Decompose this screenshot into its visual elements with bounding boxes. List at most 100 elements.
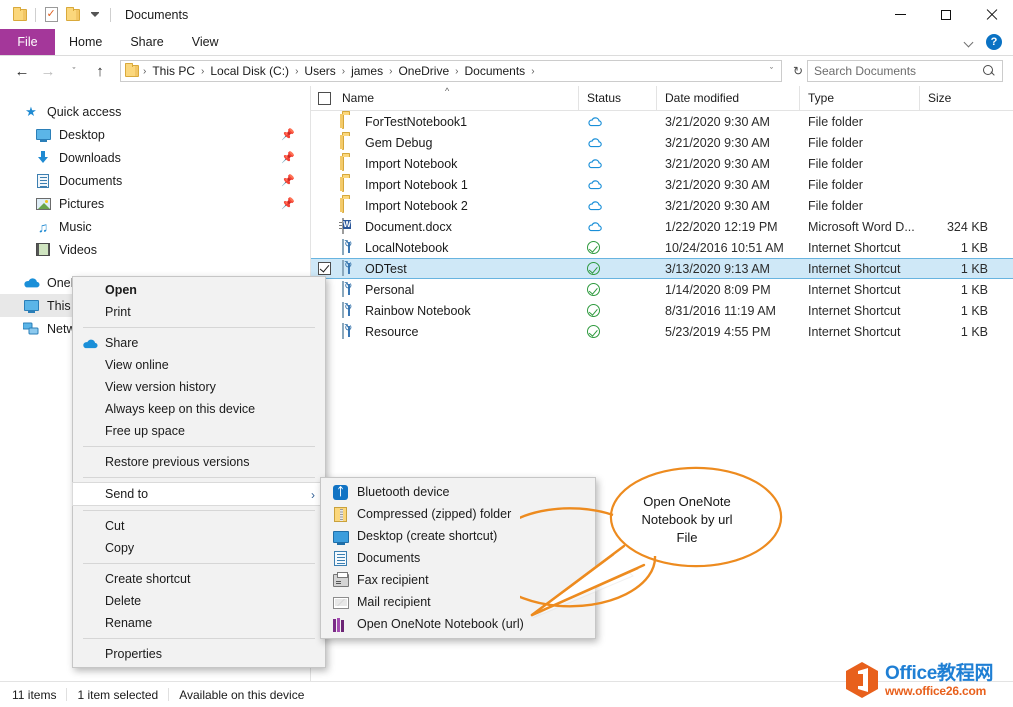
network-icon: [22, 320, 40, 337]
row-checkbox[interactable]: [311, 237, 338, 258]
sidebar-item-pictures[interactable]: Pictures 📌: [0, 192, 310, 215]
menu-item-rename[interactable]: Rename: [73, 612, 325, 634]
table-row[interactable]: Resource 5/23/2019 4:55 PM Internet Shortc…: [311, 321, 1013, 342]
sidebar-item-documents[interactable]: Documents 📌: [0, 169, 310, 192]
menu-item-restore-previous-versions[interactable]: Restore previous versions: [73, 451, 325, 473]
submenu-item-open-onenote-notebook-url[interactable]: Open OneNote Notebook (url): [321, 613, 595, 635]
table-row[interactable]: Rainbow Notebook 8/31/2016 11:19 AM Intern…: [311, 300, 1013, 321]
sidebar-item-music[interactable]: ♫ Music: [0, 215, 310, 238]
column-header-date-modified[interactable]: Date modified: [657, 85, 800, 111]
pin-icon: 📌: [281, 152, 295, 164]
table-row[interactable]: ForTestNotebook1 3/21/2020 9:30 AM File fo…: [311, 111, 1013, 132]
close-button[interactable]: [968, 0, 1013, 29]
sidebar-item-label: Downloads: [59, 150, 121, 165]
column-header-type[interactable]: Type: [800, 85, 920, 111]
menu-item-view-version-history[interactable]: View version history: [73, 376, 325, 398]
sidebar-item-desktop[interactable]: Desktop 📌: [0, 123, 310, 146]
mail-icon: [332, 594, 349, 611]
tab-file[interactable]: File: [0, 29, 55, 55]
cell-date-modified: 1/14/2020 8:09 PM: [665, 282, 771, 297]
breadcrumb-item-users[interactable]: Users: [300, 62, 339, 81]
menu-item-open[interactable]: Open: [73, 279, 325, 301]
cell-type: File folder: [808, 114, 863, 129]
tab-home[interactable]: Home: [55, 29, 116, 55]
menu-item-properties[interactable]: Properties: [73, 643, 325, 665]
help-icon[interactable]: ?: [986, 34, 1002, 50]
row-checkbox[interactable]: [311, 216, 338, 237]
tab-view[interactable]: View: [178, 29, 233, 55]
select-all-checkbox[interactable]: [311, 86, 338, 111]
row-checkbox[interactable]: [311, 174, 338, 195]
row-checkbox[interactable]: [311, 153, 338, 174]
breadcrumb[interactable]: › This PC › Local Disk (C:) › Users › ja…: [120, 60, 782, 82]
cell-date-modified: 3/21/2020 9:30 AM: [665, 156, 770, 171]
row-checkbox[interactable]: [311, 111, 338, 132]
breadcrumb-item-documents[interactable]: Documents: [460, 62, 529, 81]
menu-item-print[interactable]: Print: [73, 301, 325, 323]
breadcrumb-item-local-disk[interactable]: Local Disk (C:): [206, 62, 293, 81]
table-row[interactable]: Import Notebook 3/21/2020 9:30 AM File fol…: [311, 153, 1013, 174]
table-row[interactable]: ODTest 3/13/2020 9:13 AM Internet Shortcut…: [311, 258, 1013, 279]
cell-type: File folder: [808, 198, 863, 213]
breadcrumb-separator: ›: [531, 65, 535, 77]
chevron-down-icon[interactable]: [965, 38, 974, 47]
submenu-item-desktop-shortcut[interactable]: Desktop (create shortcut): [321, 525, 595, 547]
menu-item-cut[interactable]: Cut: [73, 515, 325, 537]
row-checkbox[interactable]: [311, 195, 338, 216]
table-row[interactable]: Document.docx 1/22/2020 12:19 PM Microsoft…: [311, 216, 1013, 237]
breadcrumb-item-onedrive[interactable]: OneDrive: [394, 62, 453, 81]
submenu-item-bluetooth-device[interactable]: ᛏ Bluetooth device: [321, 481, 595, 503]
sidebar-item-downloads[interactable]: Downloads 📌: [0, 146, 310, 169]
table-row[interactable]: Gem Debug 3/21/2020 9:30 AM File folder: [311, 132, 1013, 153]
sidebar-item-quick-access[interactable]: ★ Quick access: [0, 100, 310, 123]
menu-item-always-keep-on-this-device[interactable]: Always keep on this device: [73, 398, 325, 420]
folder-icon: [342, 154, 358, 172]
cell-type: Internet Shortcut: [808, 324, 901, 339]
address-dropdown-icon[interactable]: ˇ: [764, 66, 779, 76]
maximize-button[interactable]: [923, 0, 968, 29]
minimize-button[interactable]: [878, 0, 923, 29]
menu-item-view-online[interactable]: View online: [73, 354, 325, 376]
cell-type: Internet Shortcut: [808, 303, 901, 318]
table-row[interactable]: Import Notebook 2 3/21/2020 9:30 AM File f…: [311, 195, 1013, 216]
menu-item-free-up-space[interactable]: Free up space: [73, 420, 325, 442]
column-header-size[interactable]: Size: [920, 86, 1000, 111]
cell-size: [920, 111, 1000, 132]
table-row[interactable]: Personal 1/14/2020 8:09 PM Internet Shortc…: [311, 279, 1013, 300]
cell-status: [579, 258, 657, 279]
submenu-item-mail-recipient[interactable]: Mail recipient: [321, 591, 595, 613]
onedrive-cloud-icon: [82, 335, 98, 351]
menu-item-copy[interactable]: Copy: [73, 537, 325, 559]
menu-item-share[interactable]: Share: [73, 332, 325, 354]
menu-item-delete[interactable]: Delete: [73, 590, 325, 612]
cell-name: Document.docx: [338, 216, 579, 237]
customize-qat-caret-icon[interactable]: [84, 5, 106, 25]
forward-button[interactable]: →: [35, 58, 61, 84]
row-checkbox[interactable]: [311, 132, 338, 153]
recent-locations-button[interactable]: ˇ: [61, 58, 87, 84]
menu-item-create-shortcut[interactable]: Create shortcut: [73, 568, 325, 590]
refresh-icon[interactable]: ↻: [789, 64, 807, 78]
folder-icon[interactable]: [9, 5, 31, 25]
search-box[interactable]: [807, 60, 1003, 82]
submenu-item-documents[interactable]: Documents: [321, 547, 595, 569]
column-header-name[interactable]: Name: [338, 85, 579, 111]
column-header-status[interactable]: Status: [579, 85, 657, 111]
breadcrumb-item-this-pc[interactable]: This PC: [148, 62, 199, 81]
table-row[interactable]: LocalNotebook 10/24/2016 10:51 AM Internet…: [311, 237, 1013, 258]
menu-item-send-to[interactable]: Send to ›: [72, 482, 326, 506]
sidebar-item-videos[interactable]: Videos: [0, 238, 310, 261]
cell-name: LocalNotebook: [338, 237, 579, 258]
table-row[interactable]: Import Notebook 1 3/21/2020 9:30 AM File f…: [311, 174, 1013, 195]
submenu-item-fax-recipient[interactable]: Fax recipient: [321, 569, 595, 591]
up-button[interactable]: ↑: [87, 58, 113, 84]
cell-status: [579, 279, 657, 300]
properties-icon[interactable]: [40, 5, 62, 25]
tab-share[interactable]: Share: [116, 29, 177, 55]
back-button[interactable]: ←: [9, 58, 35, 84]
submenu-item-compressed-folder[interactable]: Compressed (zipped) folder: [321, 503, 595, 525]
search-input[interactable]: [814, 64, 983, 78]
breadcrumb-item-james[interactable]: james: [347, 62, 387, 81]
menu-separator: [83, 638, 315, 639]
new-folder-icon[interactable]: [62, 5, 84, 25]
